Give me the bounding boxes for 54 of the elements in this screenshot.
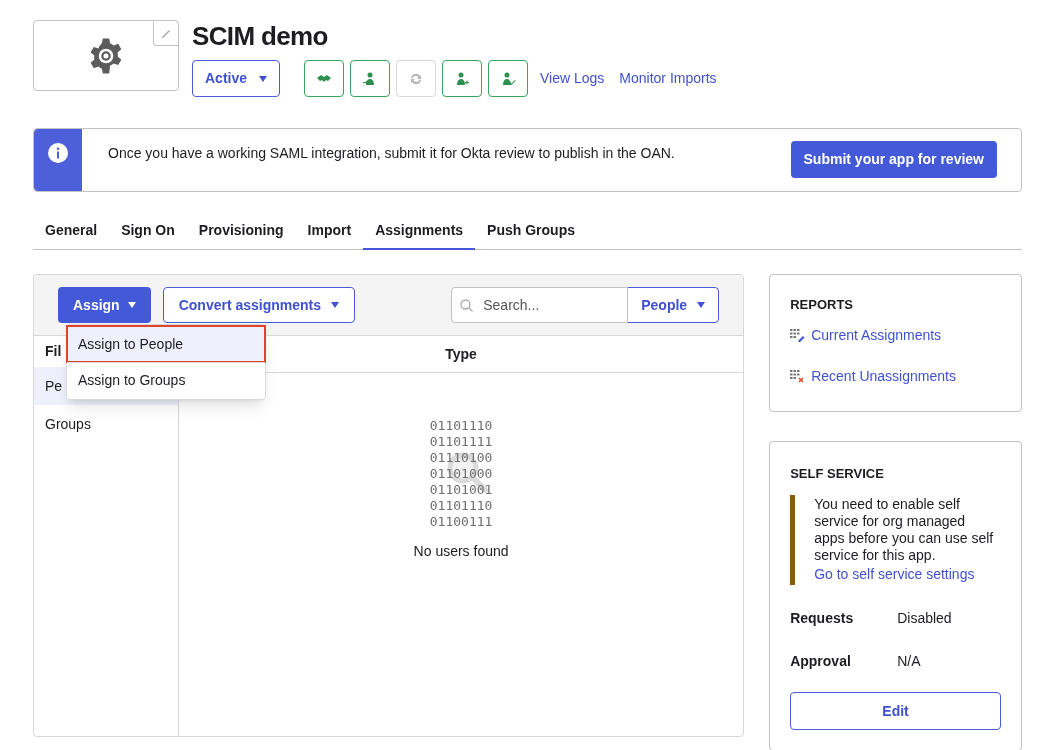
menu-item[interactable]: Assign to Groups bbox=[67, 362, 265, 398]
toolbar-button[interactable] bbox=[304, 60, 344, 97]
person-plus-icon bbox=[454, 70, 470, 87]
tab[interactable]: Provisioning bbox=[186, 212, 296, 250]
binary-line: 01101110 bbox=[429, 498, 493, 514]
notice-text: You need to enable self service for org managed apps before you can use self service for this app. bbox=[814, 496, 995, 564]
search-field[interactable]: Search... bbox=[451, 287, 629, 323]
pencil-icon bbox=[160, 27, 172, 39]
toolbar-button[interactable] bbox=[488, 60, 528, 97]
info-icon bbox=[48, 143, 68, 163]
grid-x-icon bbox=[790, 369, 806, 383]
toolbar-button[interactable] bbox=[442, 60, 482, 97]
grid-pencil-icon bbox=[790, 328, 806, 342]
field-label: Approval bbox=[790, 652, 852, 671]
submit-review-button[interactable]: Submit your app for review bbox=[790, 141, 997, 178]
binary-line: 01101000 bbox=[429, 466, 493, 482]
filters-header: Fil bbox=[45, 342, 62, 361]
edit-button[interactable]: Edit bbox=[790, 692, 1001, 730]
convert-assignments-button[interactable]: Convert assignments bbox=[162, 287, 356, 323]
binary-line: 01101111 bbox=[429, 434, 493, 450]
banner-message: Once you have a working SAML integration, submit it for Okta review to publish in the OAN. bbox=[108, 144, 676, 163]
empty-message: No users found bbox=[413, 542, 509, 561]
caret-icon bbox=[697, 302, 706, 308]
tab[interactable]: General bbox=[33, 212, 110, 250]
self-service-link[interactable]: Go to self service settings bbox=[814, 564, 995, 584]
tab[interactable]: Push Groups bbox=[475, 212, 587, 250]
tab[interactable]: Import bbox=[295, 212, 364, 250]
card-title: SELF SERVICE bbox=[790, 464, 885, 483]
header-link[interactable]: View Logs bbox=[540, 68, 605, 89]
tab[interactable]: Assignments bbox=[363, 212, 476, 250]
assign-button[interactable]: Assign bbox=[58, 287, 151, 323]
caret-icon bbox=[127, 302, 136, 308]
field-value: Disabled bbox=[897, 609, 953, 628]
menu-item[interactable]: Assign to People bbox=[67, 326, 265, 362]
column-header: Type bbox=[445, 344, 477, 364]
status-dropdown[interactable]: Active bbox=[192, 60, 280, 97]
search-scope-dropdown[interactable]: People bbox=[627, 287, 720, 323]
binary-line: 01101110 bbox=[429, 418, 493, 434]
app-title: SCIM demo bbox=[192, 21, 329, 51]
person-check-icon bbox=[500, 70, 516, 87]
tab[interactable]: Sign On bbox=[109, 212, 187, 250]
card-title: REPORTS bbox=[790, 296, 854, 314]
report-link[interactable]: Recent Unassignments bbox=[811, 365, 956, 387]
binary-line: 01100111 bbox=[429, 514, 493, 530]
caret-icon bbox=[259, 75, 267, 82]
caret-icon bbox=[331, 302, 340, 308]
binary-line: 01110100 bbox=[429, 450, 493, 466]
toolbar-button[interactable] bbox=[350, 60, 390, 97]
binary-line: 01101001 bbox=[429, 482, 493, 498]
field-label: Requests bbox=[790, 609, 855, 628]
report-link[interactable]: Current Assignments bbox=[811, 324, 942, 346]
search-icon bbox=[460, 299, 474, 312]
field-value: N/A bbox=[897, 652, 922, 671]
header-link[interactable]: Monitor Imports bbox=[619, 68, 717, 89]
